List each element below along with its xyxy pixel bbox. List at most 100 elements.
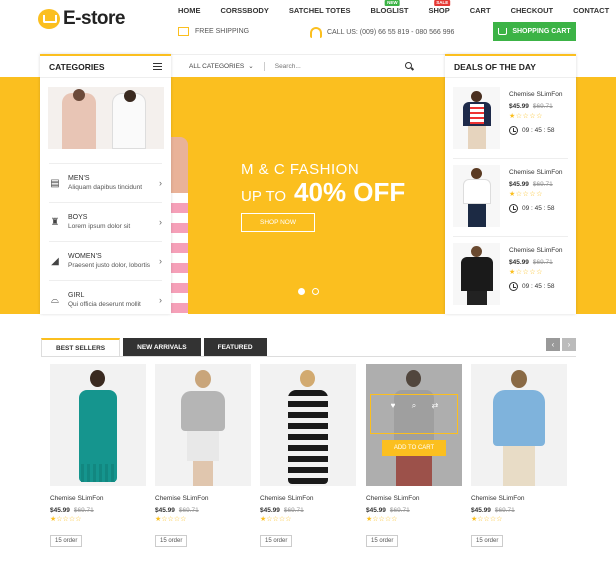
hat-icon: ⌓ bbox=[51, 294, 59, 306]
shirt-icon: ▤ bbox=[50, 177, 60, 189]
order-count: 15 order bbox=[260, 535, 293, 547]
chevron-down-icon: ⌄ bbox=[248, 63, 254, 70]
divider bbox=[41, 356, 576, 357]
deal-price: $45.99 bbox=[509, 103, 529, 110]
rating-stars: ★☆☆☆☆ bbox=[260, 516, 292, 523]
truck-icon bbox=[178, 27, 189, 36]
tab-featured[interactable]: FEATURED bbox=[203, 338, 267, 356]
deal-name[interactable]: Chemise SLimFon bbox=[509, 247, 562, 254]
sale-badge: SALE bbox=[434, 0, 451, 6]
add-to-cart-button[interactable]: ADD TO CART bbox=[382, 440, 446, 456]
product-card[interactable]: Chemise SLimFon $45.99 $69.71 ★☆☆☆☆ 15 or… bbox=[260, 364, 356, 547]
categories-image[interactable] bbox=[48, 87, 164, 149]
call-us-label: CALL US: (009) 66 55 819 - 080 566 996 bbox=[327, 29, 455, 36]
deal-image[interactable] bbox=[453, 165, 500, 227]
free-shipping-label: FREE SHIPPING bbox=[195, 28, 250, 35]
category-list: ▤ MEN'S Aliquam dapibus tincidunt › ♜ BOY… bbox=[40, 163, 171, 319]
product-name[interactable]: Chemise SLimFon bbox=[50, 495, 146, 502]
nav-cart[interactable]: CART bbox=[460, 6, 501, 15]
shopping-cart-label: SHOPPING CART bbox=[512, 28, 571, 35]
product-name[interactable]: Chemise SLimFon bbox=[471, 495, 567, 502]
search-icon[interactable]: ⌕ bbox=[410, 401, 419, 410]
slider-dot-2[interactable] bbox=[312, 288, 319, 295]
deal-item[interactable]: Chemise SLimFon $45.99 $69.71 ★☆☆☆☆ 09 : … bbox=[453, 165, 568, 229]
banner-discount: 40% OFF bbox=[294, 177, 406, 207]
rating-stars: ★☆☆☆☆ bbox=[509, 269, 543, 276]
product-image[interactable]: ♥ ⌕ ⇄ ADD TO CART bbox=[366, 364, 462, 486]
nav-bloglist[interactable]: NEW BLOGLIST bbox=[361, 0, 419, 15]
product-card[interactable]: Chemise SLimFon $45.99 $69.71 ★☆☆☆☆ 15 or… bbox=[471, 364, 567, 547]
product-card[interactable]: Chemise SLimFon $45.99 $69.71 ★☆☆☆☆ 15 or… bbox=[50, 364, 146, 547]
product-old-price: $69.71 bbox=[178, 507, 199, 514]
nav-satchel-totes[interactable]: SATCHEL TOTES bbox=[279, 6, 361, 15]
chevron-right-icon[interactable]: › bbox=[562, 338, 576, 351]
order-count: 15 order bbox=[366, 535, 399, 547]
category-name: GIRL bbox=[68, 292, 85, 299]
product-image[interactable] bbox=[155, 364, 251, 486]
product-price: $45.99 bbox=[366, 507, 386, 514]
heel-icon: ◢ bbox=[51, 255, 59, 267]
category-name: WOMEN'S bbox=[68, 253, 102, 260]
deal-name[interactable]: Chemise SLimFon bbox=[509, 169, 562, 176]
product-old-price: $69.71 bbox=[73, 507, 94, 514]
nav-contact[interactable]: CONTACT bbox=[563, 6, 616, 15]
search-input[interactable] bbox=[274, 62, 395, 70]
cart-icon bbox=[498, 28, 508, 35]
menu-icon[interactable] bbox=[153, 63, 162, 70]
clock-icon bbox=[509, 126, 518, 135]
nav-checkout[interactable]: CHECKOUT bbox=[501, 6, 564, 15]
category-item-girl[interactable]: ⌓ GIRL Qui officia deserunt mollit › bbox=[49, 280, 162, 319]
new-badge: NEW bbox=[385, 0, 400, 6]
rating-stars: ★☆☆☆☆ bbox=[366, 516, 398, 523]
deals-title: DEALS OF THE DAY bbox=[445, 56, 576, 78]
product-image[interactable] bbox=[471, 364, 567, 486]
slider-dots bbox=[298, 288, 319, 295]
order-count: 15 order bbox=[50, 535, 83, 547]
product-image[interactable] bbox=[50, 364, 146, 486]
deal-name[interactable]: Chemise SLimFon bbox=[509, 91, 562, 98]
clock-icon bbox=[509, 282, 518, 291]
heart-icon[interactable]: ♥ bbox=[389, 401, 398, 410]
product-name[interactable]: Chemise SLimFon bbox=[155, 495, 251, 502]
divider bbox=[263, 61, 265, 71]
nav-home[interactable]: HOME bbox=[168, 6, 211, 15]
categories-title: CATEGORIES bbox=[49, 61, 105, 72]
category-item-mens[interactable]: ▤ MEN'S Aliquam dapibus tincidunt › bbox=[49, 163, 162, 202]
deal-item[interactable]: Chemise SLimFon $45.99 $69.71 ★☆☆☆☆ 09 : … bbox=[453, 87, 568, 151]
shopping-cart-button[interactable]: SHOPPING CART bbox=[493, 22, 576, 41]
chevron-left-icon[interactable]: ‹ bbox=[546, 338, 560, 351]
phone-icon bbox=[310, 27, 322, 38]
rating-stars: ★☆☆☆☆ bbox=[471, 516, 503, 523]
product-card[interactable]: Chemise SLimFon $45.99 $69.71 ★☆☆☆☆ 15 or… bbox=[155, 364, 251, 547]
compare-icon[interactable]: ⇄ bbox=[431, 401, 440, 410]
nav-shop[interactable]: SALE SHOP bbox=[418, 0, 459, 15]
product-card[interactable]: ♥ ⌕ ⇄ ADD TO CART Chemise SLimFon $45.99… bbox=[366, 364, 462, 547]
tab-new-arrivals[interactable]: NEW ARRIVALS bbox=[123, 338, 201, 356]
category-item-womens[interactable]: ◢ WOMEN'S Praesent justo dolor, lobortis … bbox=[49, 241, 162, 280]
category-item-boys[interactable]: ♜ BOYS Lorem ipsum dolor sit › bbox=[49, 202, 162, 241]
rating-stars: ★☆☆☆☆ bbox=[50, 516, 82, 523]
category-desc: Aliquam dapibus tincidunt bbox=[68, 184, 143, 191]
carousel-nav: ‹ › bbox=[546, 338, 576, 351]
deal-timer-value: 09 : 45 : 58 bbox=[522, 205, 555, 212]
category-select[interactable]: ALL CATEGORIES ⌄ bbox=[189, 62, 254, 71]
category-name: BOYS bbox=[68, 214, 88, 221]
categories-panel: CATEGORIES ▤ MEN'S Aliquam dapibus tincid… bbox=[40, 54, 171, 314]
deal-item[interactable]: Chemise SLimFon $45.99 $69.71 ★☆☆☆☆ 09 : … bbox=[453, 243, 568, 307]
tab-best-sellers[interactable]: BEST SELLERS bbox=[41, 338, 121, 356]
product-name[interactable]: Chemise SLimFon bbox=[366, 495, 462, 502]
clock-icon bbox=[509, 204, 518, 213]
product-actions: ♥ ⌕ ⇄ bbox=[370, 394, 458, 434]
product-image[interactable] bbox=[260, 364, 356, 486]
nav-corssbody[interactable]: CORSSBODY bbox=[211, 6, 279, 15]
chevron-right-icon: › bbox=[159, 256, 162, 266]
shop-now-button[interactable]: SHOP NOW bbox=[241, 213, 315, 232]
product-price: $45.99 bbox=[260, 507, 280, 514]
deal-image[interactable] bbox=[453, 243, 500, 305]
category-desc: Praesent justo dolor, lobortis bbox=[68, 262, 151, 269]
search-icon[interactable] bbox=[405, 62, 412, 69]
slider-dot-1[interactable] bbox=[298, 288, 305, 295]
product-name[interactable]: Chemise SLimFon bbox=[260, 495, 356, 502]
deal-image[interactable] bbox=[453, 87, 500, 149]
call-us: CALL US: (009) 66 55 819 - 080 566 996 bbox=[310, 27, 454, 38]
